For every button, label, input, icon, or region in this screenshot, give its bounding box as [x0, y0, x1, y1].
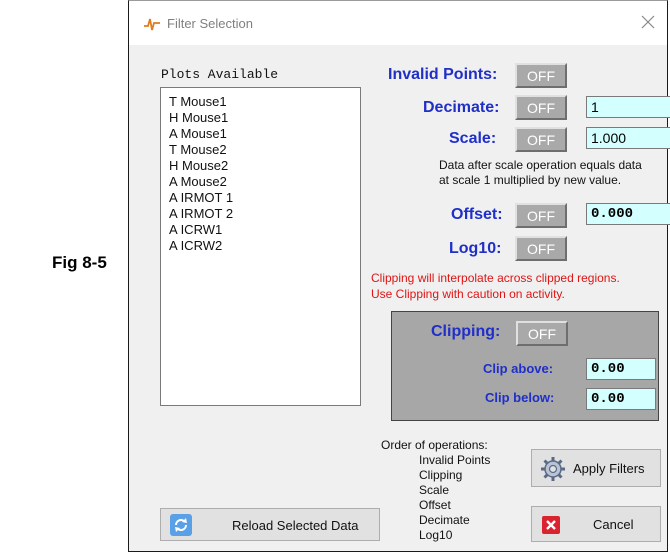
operation-item: Clipping	[419, 468, 463, 482]
title-bar: Filter Selection	[129, 1, 667, 45]
clip-above-field[interactable]: 0.00	[586, 358, 656, 380]
log10-toggle[interactable]: OFF	[515, 236, 567, 261]
scale-note-line2: at scale 1 multiplied by new value.	[439, 173, 622, 187]
offset-toggle[interactable]: OFF	[515, 203, 567, 228]
plots-listbox[interactable]: T Mouse1 H Mouse1 A Mouse1 T Mouse2 H Mo…	[160, 87, 361, 406]
apply-filters-button[interactable]: Apply Filters	[531, 449, 661, 487]
apply-filters-label: Apply Filters	[573, 461, 645, 476]
operation-item: Invalid Points	[419, 453, 491, 467]
clip-below-label: Clip below:	[485, 390, 555, 405]
filter-selection-dialog: Filter Selection Plots Available T Mouse…	[128, 0, 670, 552]
plots-available-label: Plots Available	[161, 67, 279, 82]
list-item[interactable]: A IRMOT 2	[161, 206, 360, 222]
clip-below-field[interactable]: 0.00	[586, 388, 656, 410]
gear-icon	[541, 457, 565, 481]
list-item[interactable]: T Mouse1	[161, 94, 360, 110]
list-item[interactable]: H Mouse1	[161, 110, 360, 126]
operations-title: Order of operations:	[381, 438, 488, 452]
window-title: Filter Selection	[167, 16, 253, 31]
scale-toggle[interactable]: OFF	[515, 127, 567, 152]
decimate-field[interactable]: 1	[586, 96, 670, 118]
clip-above-label: Clip above:	[483, 361, 554, 376]
cancel-button-label: Cancel	[593, 517, 634, 532]
refresh-icon	[170, 514, 192, 536]
log10-label: Log10:	[449, 240, 502, 257]
invalid-points-toggle[interactable]: OFF	[515, 63, 567, 88]
clipping-toggle[interactable]: OFF	[516, 321, 568, 346]
scale-note-line1: Data after scale operation equals data	[439, 158, 642, 172]
list-item[interactable]: A ICRW1	[161, 222, 360, 238]
operation-item: Scale	[419, 483, 450, 497]
list-item[interactable]: A Mouse1	[161, 126, 360, 142]
decimate-label: Decimate:	[423, 99, 500, 116]
reload-selected-data-button[interactable]: Reload Selected Data	[160, 508, 380, 541]
offset-label: Offset:	[451, 206, 503, 223]
clipping-warning-line1: Clipping will interpolate across clipped…	[371, 271, 620, 285]
scale-label: Scale:	[449, 130, 497, 147]
list-item[interactable]: H Mouse2	[161, 158, 360, 174]
clipping-panel: Clipping: OFF Clip above: 0.00 Clip belo…	[391, 311, 659, 421]
cancel-button[interactable]: Cancel	[531, 506, 661, 542]
operation-item: Log10	[419, 528, 453, 542]
reload-button-label: Reload Selected Data	[232, 518, 359, 533]
clipping-warning-line2: Use Clipping with caution on activity.	[371, 287, 565, 301]
operation-item: Offset	[419, 498, 451, 512]
invalid-points-label: Invalid Points:	[388, 66, 498, 83]
figure-label: Fig 8-5	[52, 253, 107, 272]
signal-icon	[144, 18, 160, 31]
clipping-label: Clipping:	[431, 323, 501, 340]
close-icon[interactable]	[639, 13, 657, 31]
list-item[interactable]: T Mouse2	[161, 142, 360, 158]
decimate-toggle[interactable]: OFF	[515, 95, 567, 120]
list-item[interactable]: A Mouse2	[161, 174, 360, 190]
scale-field[interactable]: 1.000	[586, 127, 670, 149]
offset-field[interactable]: 0.000	[586, 203, 670, 225]
operation-item: Decimate	[419, 513, 470, 527]
list-item[interactable]: A IRMOT 1	[161, 190, 360, 206]
close-icon	[542, 516, 560, 534]
list-item[interactable]: A ICRW2	[161, 238, 360, 254]
